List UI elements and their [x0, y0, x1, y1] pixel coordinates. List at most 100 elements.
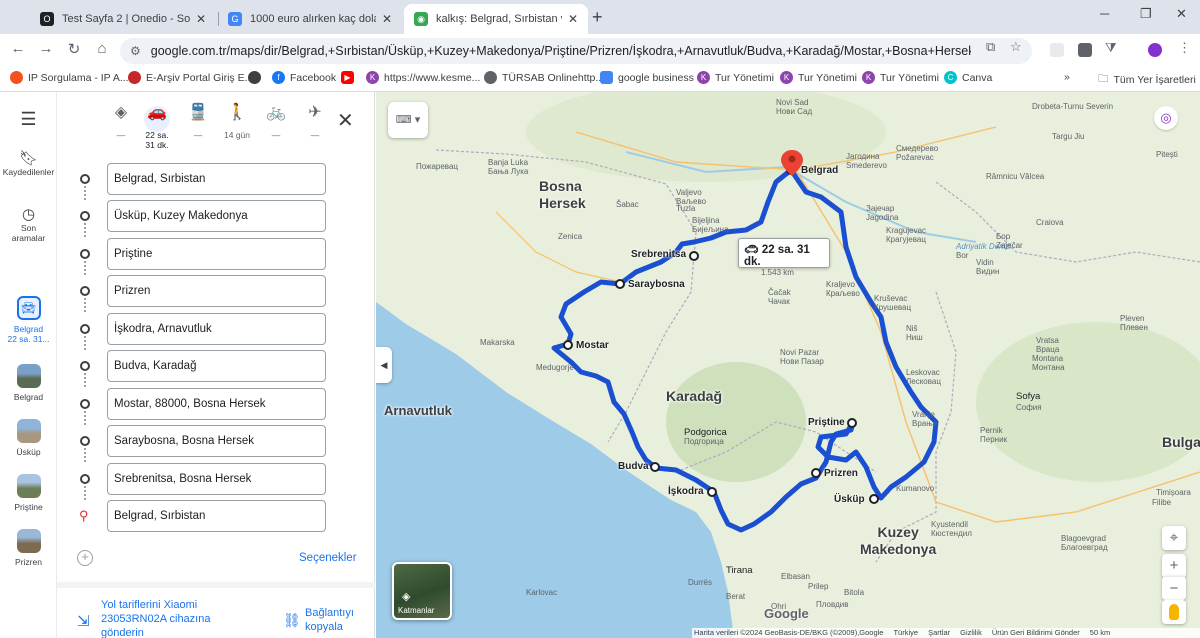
bookmark-google-business[interactable]: google business: [600, 71, 694, 84]
close-tab-icon[interactable]: ✕: [382, 12, 392, 26]
mode-best[interactable]: ◈ —: [101, 105, 141, 141]
close-directions-button[interactable]: ✕: [337, 108, 354, 133]
tab-google-search[interactable]: G 1000 euro alırken kaç dolar - Go ✕: [218, 4, 402, 34]
collapse-panel-button[interactable]: ◀: [376, 347, 392, 383]
home-button[interactable]: ⌂: [92, 40, 112, 57]
feedback-link[interactable]: Ürün Geri Bildirimi Gönder: [992, 628, 1080, 638]
map-place-label[interactable]: София: [1016, 403, 1042, 412]
menu-icon[interactable]: ☰: [0, 110, 57, 128]
map-place-label[interactable]: Montana: [1032, 354, 1063, 363]
map-place-label[interactable]: Šabac: [616, 200, 639, 209]
window-close-button[interactable]: ✕: [1176, 6, 1187, 22]
map-canvas[interactable]: Bosna Hersek Karadağ Kuzey Makedonya Bul…: [376, 92, 1200, 638]
bookmark-tur-yonetimi-1[interactable]: K Tur Yönetimi: [697, 71, 774, 84]
map-place-label[interactable]: Враца: [1036, 345, 1059, 354]
map-place-label[interactable]: Kruševac: [874, 294, 907, 303]
map-place-label[interactable]: Подгорица: [684, 437, 724, 446]
scale-bar[interactable]: 50 km: [1090, 628, 1110, 638]
map-place-label[interactable]: Targu Jiu: [1052, 132, 1084, 141]
map-place-label[interactable]: Jagodina: [866, 213, 898, 222]
bookmark-ip-sorgulama[interactable]: IP Sorgulama - IP A...: [10, 71, 129, 84]
waypoint-input[interactable]: Belgrad, Sırbistan: [107, 500, 326, 532]
bookmark-tur-yonetimi-2[interactable]: K Tur Yönetimi: [780, 71, 857, 84]
city-label-mostar[interactable]: Mostar: [576, 341, 609, 351]
city-label-prizren[interactable]: Prizren: [824, 469, 858, 479]
recent-place-prizren[interactable]: Prizren: [0, 529, 57, 567]
map-place-label[interactable]: Јагодина: [846, 152, 879, 161]
map-place-label[interactable]: Karlovac: [526, 588, 557, 597]
map-place-label[interactable]: Durrës: [688, 578, 712, 587]
map-place-label[interactable]: Elbasan: [781, 572, 810, 581]
back-button[interactable]: ←: [8, 40, 28, 57]
profile-avatar[interactable]: [1148, 43, 1162, 57]
map-place-label[interactable]: Kumanovo: [896, 484, 934, 493]
street-view-pegman[interactable]: [1162, 600, 1186, 624]
map-place-label[interactable]: Banja Luka: [488, 158, 528, 167]
waypoint-input[interactable]: Srebrenitsa, Bosna Hersek: [107, 463, 326, 495]
city-label-srebrenitsa[interactable]: Srebrenitsa: [631, 250, 686, 260]
extension-two-icon[interactable]: [1078, 43, 1092, 57]
site-info-icon[interactable]: ⚙: [130, 44, 141, 58]
address-bar[interactable]: ⚙ google.com.tr/maps/dir/Belgrad,+Sırbis…: [120, 38, 1032, 64]
map-place-label[interactable]: Ниш: [906, 333, 923, 342]
map-place-label[interactable]: Bitola: [844, 588, 864, 597]
layers-button[interactable]: ◈ Katmanlar: [392, 562, 452, 620]
city-label-pristine[interactable]: Priştine: [808, 418, 845, 428]
map-place-label[interactable]: Novi Sad: [776, 98, 808, 107]
map-place-label[interactable]: Kyustendil: [931, 520, 968, 529]
terms-link[interactable]: Şartlar: [928, 628, 950, 638]
waypoint-input[interactable]: Prizren: [107, 275, 326, 307]
city-label-uskup[interactable]: Üsküp: [834, 495, 865, 505]
waypoint-input[interactable]: İşkodra, Arnavutluk: [107, 313, 326, 345]
recent-place-belgrad[interactable]: Belgrad: [0, 364, 57, 402]
map-place-label[interactable]: Makarska: [480, 338, 515, 347]
map-place-label[interactable]: Sofya: [1016, 392, 1040, 402]
map-place-label[interactable]: Зајечар: [866, 204, 894, 213]
map-place-label[interactable]: Bor: [956, 251, 968, 260]
waypoint-input[interactable]: Saraybosna, Bosna Hersek: [107, 425, 326, 457]
map-place-label[interactable]: Medugorje: [536, 363, 574, 372]
map-place-label[interactable]: Чачак: [768, 297, 790, 306]
bookmark-tur-yonetimi-3[interactable]: K Tur Yönetimi: [862, 71, 939, 84]
map-place-label[interactable]: Пожаревац: [416, 162, 458, 171]
map-place-label[interactable]: Перник: [980, 435, 1007, 444]
map-place-label[interactable]: Bijeljina: [692, 216, 720, 225]
map-place-label[interactable]: Pleven: [1120, 314, 1144, 323]
map-place-label[interactable]: Niš: [906, 324, 918, 333]
minimize-button[interactable]: ─: [1100, 6, 1109, 21]
map-place-label[interactable]: Novi Pazar: [780, 348, 819, 357]
mode-cycling[interactable]: 🚲 —: [256, 105, 296, 141]
bookmark-kesme[interactable]: Khttps://www.kesme...: [366, 71, 480, 84]
map-place-label[interactable]: Smederevo: [846, 161, 887, 170]
map-place-label[interactable]: Лесковац: [906, 377, 941, 386]
map-place-label[interactable]: Drobeta-Turnu Severin: [1032, 102, 1113, 111]
extensions-puzzle-icon[interactable]: ⧩: [1105, 40, 1117, 56]
map-place-label[interactable]: Zaječar: [996, 241, 1023, 250]
bookmark-e-arsiv[interactable]: E-Arşiv Portal Giriş E...: [128, 71, 253, 84]
bookmark-facebook[interactable]: f Facebook: [272, 71, 336, 84]
map-place-label[interactable]: Монтана: [1032, 363, 1065, 372]
map-place-label[interactable]: Timișoara: [1156, 488, 1191, 497]
map-place-label[interactable]: Prilep: [808, 582, 828, 591]
active-directions-item[interactable]: 🚘︎ Belgrad 22 sa. 31...: [0, 296, 57, 344]
map-place-label[interactable]: Čačak: [768, 288, 791, 297]
map-place-label[interactable]: Vratsa: [1036, 336, 1059, 345]
recent-place-uskup[interactable]: Üsküp: [0, 419, 57, 457]
region-link[interactable]: Türkiye: [893, 628, 918, 638]
map-place-label[interactable]: Kraljevo: [826, 280, 855, 289]
map-place-label[interactable]: Blagoevgrad: [1061, 534, 1106, 543]
map-place-label[interactable]: Ваљево: [676, 197, 706, 206]
maximize-button[interactable]: ❐: [1140, 6, 1152, 22]
bookmark-tursab[interactable]: TÜRSAB Onlinehttp...: [484, 71, 604, 84]
tab-google-maps[interactable]: ◉ kalkış: Belgrad, Sırbistan varış: B ✕: [404, 4, 588, 34]
recent-searches-button[interactable]: ◷ Son aramalar: [0, 207, 57, 243]
close-tab-icon[interactable]: ✕: [568, 12, 578, 26]
privacy-link[interactable]: Gizlilik: [960, 628, 982, 638]
map-place-label[interactable]: Vranje: [912, 410, 935, 419]
bookmark-star-icon[interactable]: ☆: [1010, 39, 1022, 55]
mode-driving[interactable]: 🚗 22 sa. 31 dk.: [137, 105, 177, 151]
map-place-label[interactable]: Врање: [912, 419, 937, 428]
route-summary-card[interactable]: 🚗︎ 22 sa. 31 dk. 1.543 km: [738, 238, 830, 277]
map-place-label[interactable]: Râmnicu Vâlcea: [986, 172, 1044, 181]
saved-button[interactable]: 🔖︎ Kaydedilenler: [0, 151, 57, 177]
